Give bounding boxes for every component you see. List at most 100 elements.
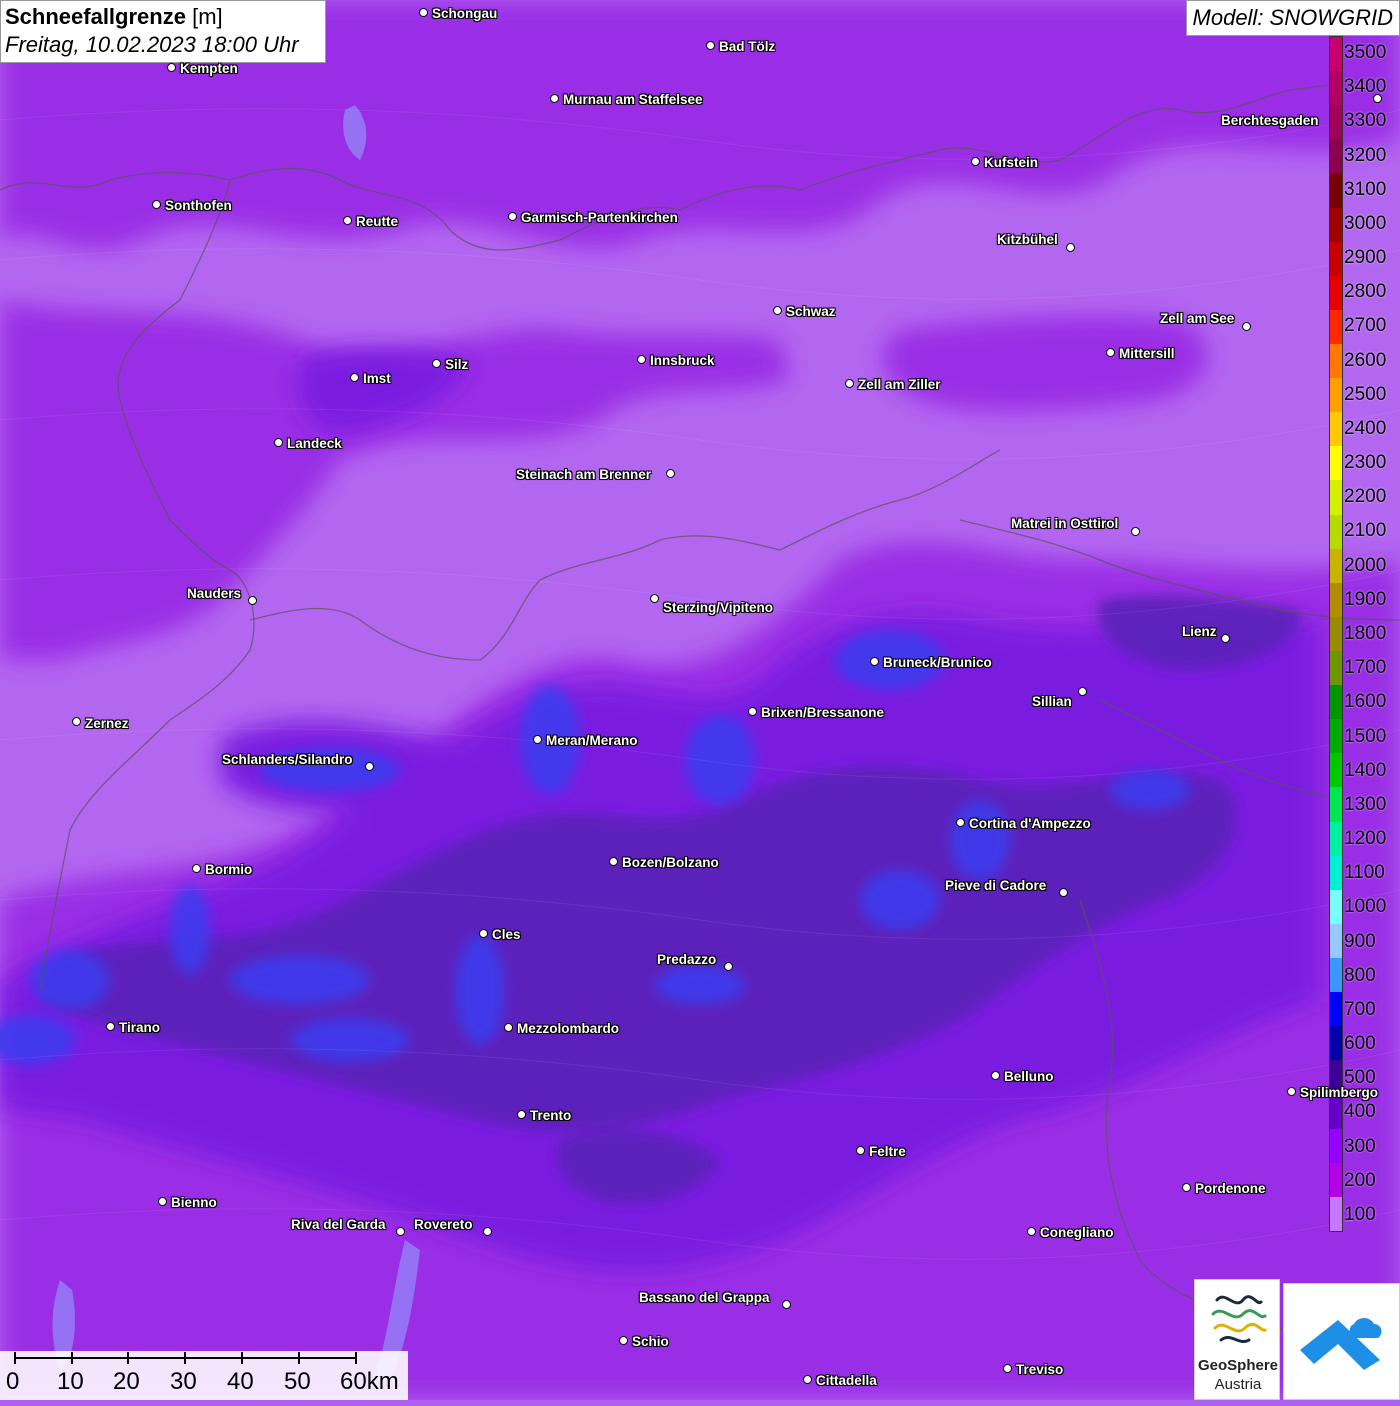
legend-swatch: [1330, 378, 1342, 413]
city-marker[interactable]: [803, 1375, 812, 1384]
city-marker[interactable]: [991, 1071, 1000, 1080]
city-marker[interactable]: [773, 306, 782, 315]
legend-swatch: [1330, 787, 1342, 822]
city-marker[interactable]: [248, 596, 257, 605]
legend-label: 1100: [1344, 862, 1385, 884]
city-marker[interactable]: [343, 216, 352, 225]
legend-label: 1400: [1344, 759, 1387, 781]
legend-swatch: [1330, 105, 1342, 140]
city-marker[interactable]: [1131, 527, 1140, 536]
city-marker[interactable]: [419, 8, 428, 17]
city-marker[interactable]: [533, 735, 542, 744]
city-marker[interactable]: [158, 1197, 167, 1206]
city-label: Zell am See: [1160, 311, 1235, 326]
legend-label: 2700: [1344, 315, 1387, 337]
city-label: Mezzolombardo: [517, 1021, 620, 1036]
city-label: Schwaz: [786, 304, 836, 319]
legend-label: 1600: [1344, 691, 1387, 713]
legend-label: 300: [1344, 1135, 1376, 1157]
city-marker[interactable]: [350, 373, 359, 382]
city-marker[interactable]: [192, 864, 201, 873]
city-marker[interactable]: [1373, 94, 1382, 103]
city-marker[interactable]: [1066, 243, 1075, 252]
city-marker[interactable]: [637, 355, 646, 364]
city-marker[interactable]: [106, 1022, 115, 1031]
city-marker[interactable]: [1242, 322, 1251, 331]
city-marker[interactable]: [274, 438, 283, 447]
legend-swatch: [1330, 1162, 1342, 1197]
city-label: Sonthofen: [165, 198, 232, 213]
legend-label: 3000: [1344, 212, 1387, 234]
city-label: Schlanders/Silandro: [222, 752, 353, 767]
city-marker[interactable]: [971, 157, 980, 166]
city-label: Innsbruck: [650, 353, 715, 368]
title-box: Schneefallgrenze [m] Freitag, 10.02.2023…: [0, 0, 326, 63]
city-marker[interactable]: [479, 929, 488, 938]
app-logo[interactable]: [1283, 1283, 1400, 1400]
legend-label: 200: [1344, 1169, 1376, 1191]
scale-label: 20: [113, 1368, 140, 1395]
city-label: Lienz: [1182, 624, 1217, 639]
city-marker[interactable]: [1182, 1183, 1191, 1192]
city-marker[interactable]: [1059, 888, 1068, 897]
city-marker[interactable]: [432, 359, 441, 368]
legend-label: 400: [1344, 1101, 1376, 1123]
city-marker[interactable]: [167, 63, 176, 72]
city-label: Pieve di Cadore: [945, 878, 1047, 893]
mountain-cloud-icon: [1300, 1318, 1382, 1370]
city-marker[interactable]: [870, 657, 879, 666]
legend-swatch: [1330, 821, 1342, 856]
city-marker[interactable]: [517, 1110, 526, 1119]
legend-label: 3300: [1344, 110, 1387, 132]
legend-label: 1300: [1344, 793, 1387, 815]
legend-labels: 3500 3400 3300 3200 3100 3000 2900 2800 2700 2600…: [1343, 36, 1400, 1232]
city-marker[interactable]: [609, 857, 618, 866]
city-marker[interactable]: [956, 818, 965, 827]
city-marker[interactable]: [508, 212, 517, 221]
city-label: Predazzo: [657, 952, 717, 967]
city-label: Meran/Merano: [546, 733, 638, 748]
city-marker[interactable]: [72, 717, 81, 726]
city-marker[interactable]: [1106, 348, 1115, 357]
legend-swatch: [1330, 241, 1342, 276]
city-label: Garmisch-Partenkirchen: [521, 210, 678, 225]
legend-label: 2100: [1344, 520, 1387, 542]
city-marker[interactable]: [504, 1023, 513, 1032]
legend-swatch: [1330, 957, 1342, 993]
city-label: Bad Tölz: [719, 39, 776, 54]
city-marker[interactable]: [619, 1336, 628, 1345]
city-marker[interactable]: [724, 962, 733, 971]
city-marker[interactable]: [856, 1146, 865, 1155]
geosphere-logo[interactable]: GeoSphere Austria: [1194, 1279, 1280, 1400]
city-marker[interactable]: [396, 1227, 405, 1236]
city-marker[interactable]: [1003, 1364, 1012, 1373]
city-marker[interactable]: [1078, 687, 1087, 696]
city-marker[interactable]: [706, 41, 715, 50]
city-marker[interactable]: [1287, 1087, 1296, 1096]
city-marker[interactable]: [666, 469, 675, 478]
city-label: Berchtesgaden: [1221, 113, 1319, 128]
city-label: Silz: [445, 357, 469, 372]
scale-tick: [127, 1352, 129, 1364]
city-marker[interactable]: [845, 379, 854, 388]
legend-label: 2600: [1344, 349, 1387, 371]
city-marker[interactable]: [748, 707, 757, 716]
city-marker[interactable]: [1221, 634, 1230, 643]
city-label: Belluno: [1004, 1069, 1054, 1084]
city-marker[interactable]: [152, 200, 161, 209]
city-label: Treviso: [1016, 1362, 1064, 1377]
city-marker[interactable]: [483, 1227, 492, 1236]
city-marker[interactable]: [365, 762, 374, 771]
city-marker[interactable]: [550, 94, 559, 103]
scale-tick: [184, 1352, 186, 1364]
legend-swatch: [1330, 275, 1342, 310]
city-marker[interactable]: [1027, 1227, 1036, 1236]
legend-swatch: [1330, 1196, 1342, 1231]
city-label: Bruneck/Brunico: [883, 655, 992, 670]
legend-label: 100: [1344, 1203, 1376, 1225]
legend-swatch: [1330, 343, 1342, 379]
city-marker[interactable]: [782, 1300, 791, 1309]
city-marker[interactable]: [650, 594, 659, 603]
legend-label: 3200: [1344, 144, 1387, 166]
legend-label: 2900: [1344, 247, 1387, 269]
